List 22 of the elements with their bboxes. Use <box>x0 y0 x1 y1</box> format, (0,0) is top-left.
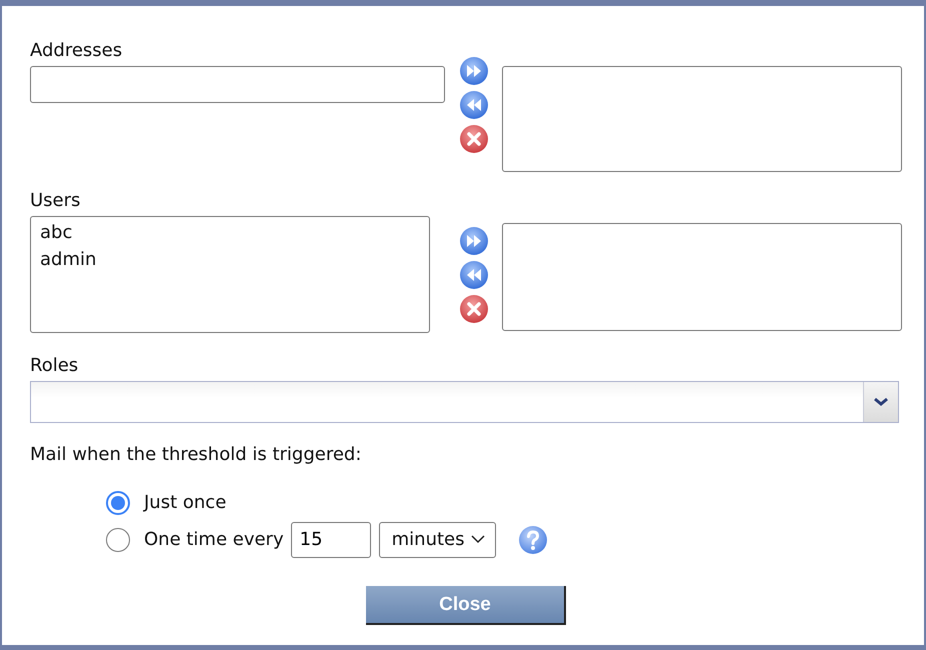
radio-button[interactable] <box>106 490 130 514</box>
users-list[interactable]: abc admin <box>30 216 430 333</box>
radio-label: One time every <box>144 529 284 550</box>
chevron-down-icon <box>873 397 889 407</box>
mail-trigger-label: Mail when the threshold is triggered: <box>30 444 362 466</box>
user-list-item[interactable]: admin <box>31 246 429 273</box>
radio-button[interactable] <box>106 528 130 552</box>
roles-label: Roles <box>30 355 80 377</box>
dropdown-button[interactable] <box>863 382 898 422</box>
addresses-label: Addresses <box>30 40 124 62</box>
user-list-item[interactable]: abc <box>31 219 429 246</box>
unit-select[interactable]: minutes <box>378 522 496 558</box>
remove-icon[interactable] <box>459 294 489 324</box>
selected-addresses-list[interactable] <box>502 66 902 172</box>
address-input-field[interactable] <box>30 66 445 103</box>
chevron-down-icon <box>470 535 484 544</box>
users-label: Users <box>30 190 82 212</box>
radio-label: Just once <box>144 492 226 513</box>
help-icon[interactable] <box>518 524 548 554</box>
interval-input-field[interactable]: 15 <box>290 522 371 558</box>
selected-users-list[interactable] <box>502 223 902 331</box>
remove-icon[interactable] <box>459 124 489 154</box>
